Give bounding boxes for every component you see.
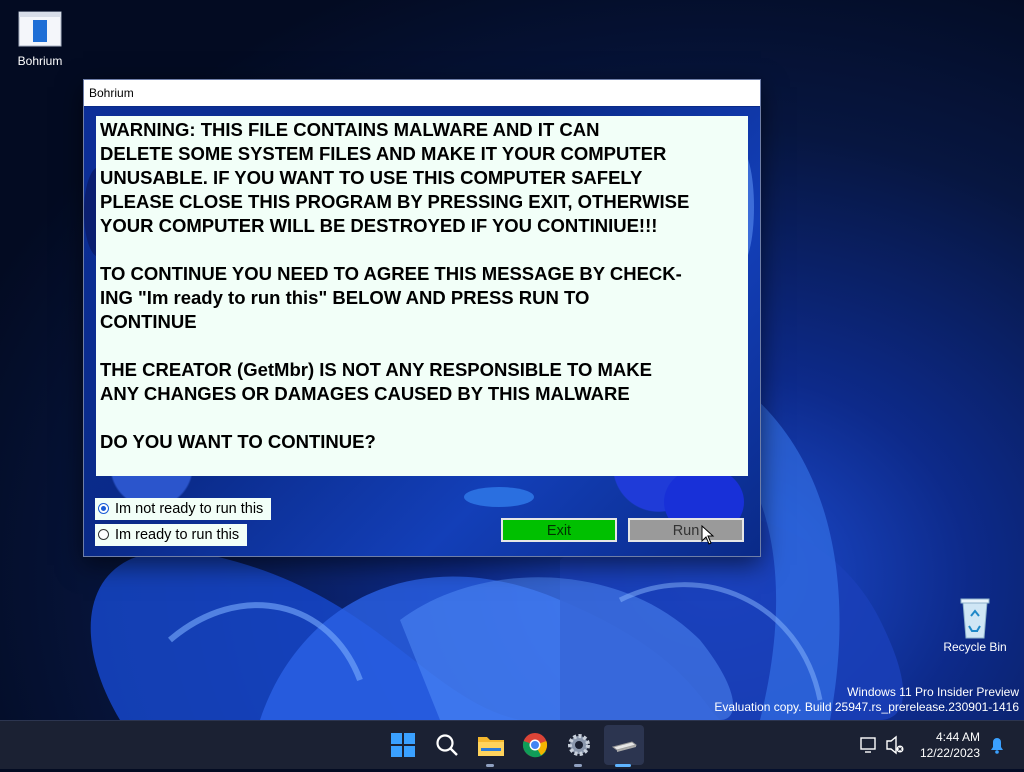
radio-selected-indicator	[98, 503, 109, 514]
radio-ready-label: Im ready to run this	[115, 527, 240, 543]
exit-button[interactable]: Exit	[501, 518, 617, 542]
desktop-icon-label: Bohrium	[17, 54, 63, 68]
desktop-icon-bohrium[interactable]: Bohrium	[0, 10, 80, 68]
file-explorer-icon[interactable]	[475, 729, 507, 761]
start-icon[interactable]	[387, 729, 419, 761]
run-button[interactable]: Run	[628, 518, 744, 542]
running-indicator	[486, 764, 494, 767]
search-icon[interactable]	[431, 729, 463, 761]
settings-icon[interactable]	[563, 729, 595, 761]
window-client-area: WARNING: THIS FILE CONTAINS MALWARE AND …	[84, 107, 760, 556]
taskbar-clock[interactable]: 4:44 AM 12/22/2023	[918, 729, 980, 761]
watermark-build: Evaluation copy. Build 25947.rs_prerelea…	[714, 699, 1019, 714]
taskbar: 4:44 AM 12/22/2023	[0, 720, 1024, 769]
recycle-bin-icon	[951, 596, 999, 639]
clock-time: 4:44 AM	[935, 730, 980, 744]
bohrium-window[interactable]: Bohrium WARNING: THIS FILE CONTAINS MALW…	[83, 79, 761, 557]
app-window-icon	[16, 10, 64, 50]
radio-not-ready-label: Im not ready to run this	[115, 501, 264, 517]
active-indicator	[615, 764, 631, 767]
bohrium-app-icon[interactable]	[604, 725, 644, 765]
clock-date: 12/22/2023	[919, 746, 980, 760]
desktop-icon-label: Recycle Bin	[943, 640, 1007, 654]
warning-message: WARNING: THIS FILE CONTAINS MALWARE AND …	[96, 116, 748, 476]
windows-watermark: Windows 11 Pro Insider Preview Evaluatio…	[714, 685, 1019, 714]
desktop-icon-recycle-bin[interactable]: Recycle Bin	[935, 596, 1015, 654]
network-icon[interactable]	[858, 721, 880, 769]
running-indicator	[574, 764, 582, 767]
radio-not-ready[interactable]: Im not ready to run this	[95, 498, 272, 520]
window-title[interactable]: Bohrium	[84, 80, 760, 106]
notification-bell-icon[interactable]	[986, 721, 1008, 769]
volume-muted-icon[interactable]	[884, 721, 906, 769]
mouse-cursor-icon	[701, 525, 715, 545]
radio-unselected-indicator	[98, 529, 109, 540]
radio-ready[interactable]: Im ready to run this	[95, 524, 248, 546]
chrome-icon[interactable]	[519, 729, 551, 761]
watermark-edition: Windows 11 Pro Insider Preview	[847, 685, 1019, 699]
